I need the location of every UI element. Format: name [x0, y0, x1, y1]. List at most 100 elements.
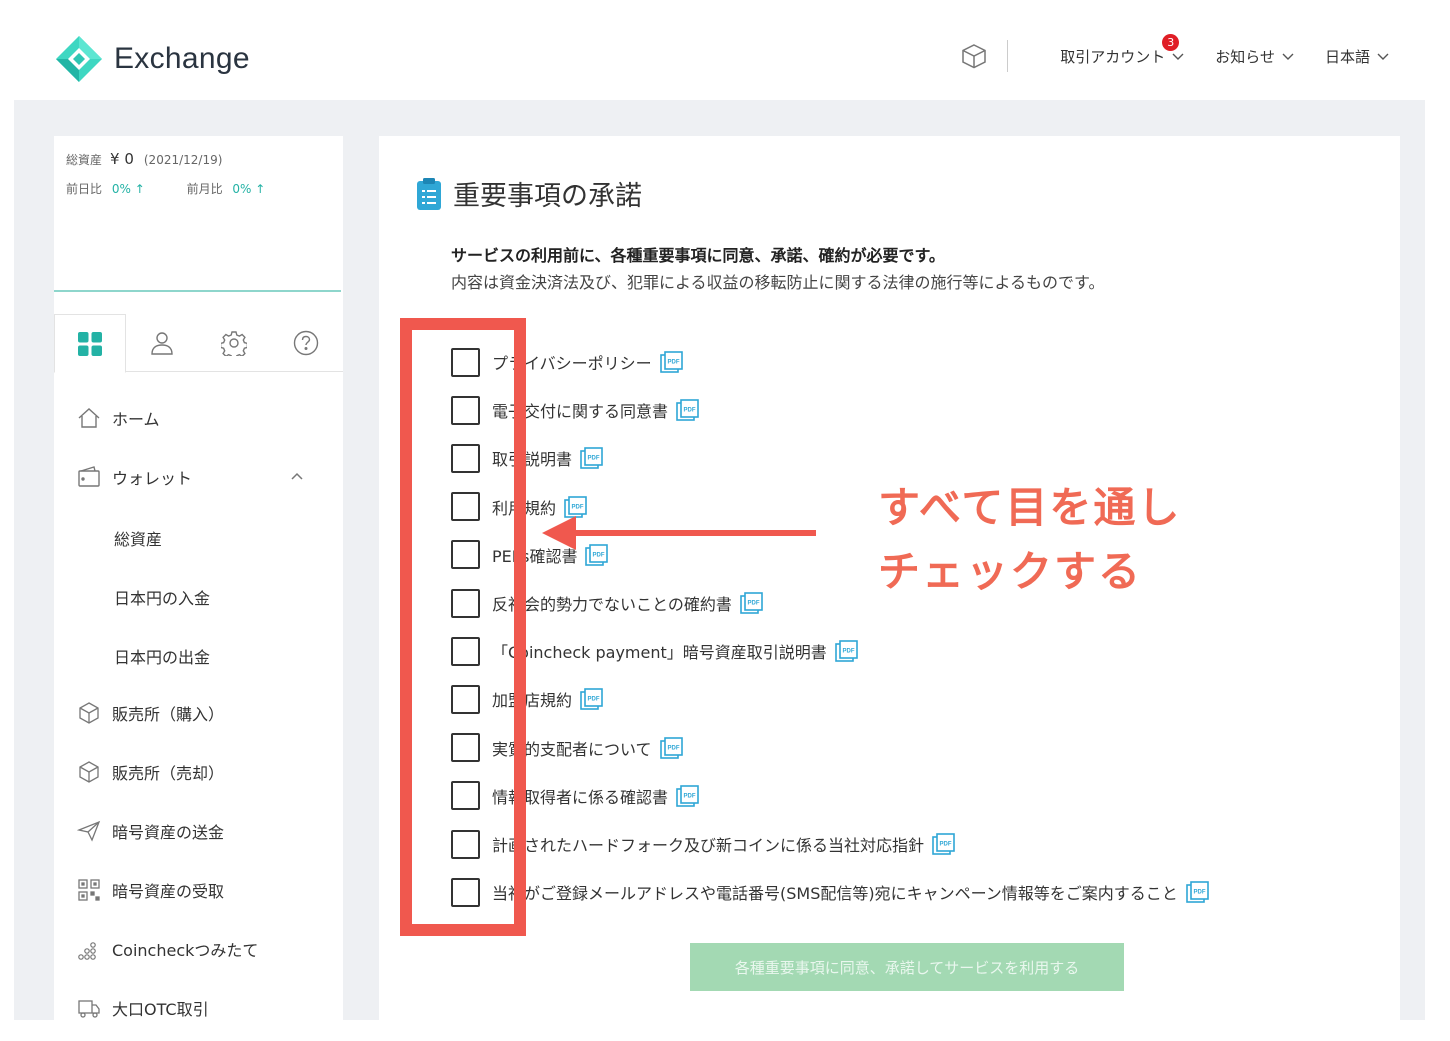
pdf-icon[interactable]: PDF — [580, 447, 604, 470]
language-menu[interactable]: 日本語 — [1325, 46, 1390, 67]
tab-settings[interactable] — [198, 314, 270, 372]
nav-otc-label: 大口OTC取引 — [112, 1000, 209, 1019]
annotation-line-1: すべて目を通し — [878, 483, 1182, 532]
trading-account-menu[interactable]: 取引アカウント 3 — [1060, 33, 1185, 67]
cube-icon[interactable] — [959, 41, 989, 71]
total-assets-value: ¥ 0 — [110, 150, 134, 168]
agreement-label[interactable]: 計画されたハードフォーク及び新コインに係る当社対応指針 — [492, 832, 924, 856]
chevron-up-icon[interactable] — [290, 470, 304, 484]
news-menu[interactable]: お知らせ — [1215, 46, 1295, 67]
nav-total-assets[interactable]: 総資産 — [114, 526, 162, 550]
nav-wallet-label: ウォレット — [112, 469, 193, 488]
svg-text:PDF: PDF — [667, 360, 679, 366]
pdf-icon[interactable]: PDF — [932, 833, 956, 855]
cube-icon — [79, 702, 99, 724]
cube-icon — [79, 761, 99, 783]
nav-buy[interactable]: 販売所（購入） — [76, 698, 326, 728]
month-change-value: 0% ↑ — [232, 182, 266, 196]
pdf-icon[interactable]: PDF — [1186, 881, 1210, 903]
asset-changes: 前日比 0% ↑ 前月比 0% ↑ — [66, 180, 265, 197]
svg-text:PDF: PDF — [940, 842, 952, 848]
agreement-item: 当社がご登録メールアドレスや電話番号(SMS配信等)宛にキャンペーン情報等をご案… — [451, 876, 1210, 908]
chevron-down-icon — [1172, 53, 1184, 60]
dashboard-icon — [78, 331, 102, 356]
truck-icon — [78, 1000, 100, 1018]
pdf-icon[interactable]: PDF — [659, 736, 684, 759]
nav-send-label: 暗号資産の送金 — [112, 823, 225, 842]
news-label: お知らせ — [1215, 47, 1275, 66]
agreement-label[interactable]: 「Coincheck payment」暗号資産取引説明書 — [492, 639, 827, 663]
pdf-icon[interactable]: PDF — [676, 399, 700, 421]
month-change-label: 前月比 — [186, 182, 223, 196]
svg-text:PDF: PDF — [747, 601, 759, 607]
agreement-item: 計画されたハードフォーク及び新コインに係る当社対応指針 PDF — [451, 828, 956, 860]
nav-jpy-withdraw[interactable]: 日本円の出金 — [114, 644, 210, 668]
agreement-label[interactable]: 当社がご登録メールアドレスや電話番号(SMS配信等)宛にキャンペーン情報等をご案… — [492, 880, 1178, 904]
svg-text:PDF: PDF — [588, 456, 600, 462]
chevron-down-icon — [1282, 53, 1294, 60]
notification-badge: 3 — [1162, 33, 1180, 51]
paper-plane-icon — [77, 820, 101, 842]
total-assets-label: 総資産 — [66, 153, 103, 167]
clipboard-icon — [417, 177, 441, 210]
nav-buy-label: 販売所（購入） — [112, 705, 225, 724]
nav-wallet[interactable]: ウォレット — [76, 462, 326, 492]
pdf-icon[interactable]: PDF — [659, 351, 684, 373]
svg-text:PDF: PDF — [667, 745, 679, 751]
nav-send[interactable]: 暗号資産の送金 — [76, 816, 326, 846]
nav-receive[interactable]: 暗号資産の受取 — [76, 875, 326, 905]
pdf-icon[interactable]: PDF — [834, 640, 859, 662]
highlight-box — [400, 318, 526, 936]
notice-heading: サービスの利用前に、各種重要事項に同意、承諾、確約が必要です。 — [451, 246, 945, 265]
nav-home-label: ホーム — [112, 410, 160, 429]
agreement-label[interactable]: 反社会的勢力でないことの確約書 — [492, 591, 732, 615]
total-assets: 総資産 ¥ 0 (2021/12/19) — [66, 150, 222, 168]
nav-jpy-deposit[interactable]: 日本円の入金 — [114, 585, 210, 609]
coins-stack-icon — [78, 942, 96, 960]
nav-tsumitate[interactable]: Coincheckつみたて — [76, 934, 326, 964]
trading-account-label: 取引アカウント — [1060, 47, 1166, 66]
pdf-icon[interactable]: PDF — [676, 784, 700, 807]
pdf-icon[interactable]: PDF — [740, 592, 764, 614]
arrow-left-icon — [542, 516, 816, 550]
svg-text:PDF: PDF — [588, 697, 600, 703]
agree-submit-button[interactable]: 各種重要事項に同意、承諾してサービスを利用する — [690, 943, 1124, 991]
notice-description: 内容は資金決済法及び、犯罪による収益の移転防止に関する法律の施行等によるものです… — [451, 273, 1105, 292]
help-icon — [293, 330, 319, 356]
day-change-label: 前日比 — [66, 182, 103, 196]
gear-icon — [221, 331, 247, 356]
chevron-down-icon — [1377, 53, 1389, 60]
top-header: Exchange 取引アカウント 3 お知らせ 日本語 — [0, 0, 1450, 100]
pdf-icon[interactable]: PDF — [580, 688, 604, 711]
wallet-icon — [78, 466, 100, 487]
total-assets-date: (2021/12/19) — [143, 153, 223, 167]
sidebar-tabs — [54, 314, 343, 373]
page-title: 重要事項の承諾 — [415, 174, 642, 213]
tab-user[interactable] — [126, 314, 198, 372]
tab-help[interactable] — [270, 314, 342, 372]
nav-otc[interactable]: 大口OTC取引 — [76, 993, 326, 1023]
svg-text:PDF: PDF — [1193, 890, 1205, 896]
nav-home[interactable]: ホーム — [76, 403, 326, 433]
nav-receive-label: 暗号資産の受取 — [112, 882, 225, 901]
exchange-logo-icon — [56, 36, 102, 82]
logo[interactable]: Exchange — [54, 34, 250, 84]
page-title-text: 重要事項の承諾 — [453, 181, 642, 212]
sidebar-divider — [54, 290, 341, 292]
brand-name: Exchange — [114, 42, 250, 75]
header-divider — [1007, 40, 1009, 72]
svg-text:PDF: PDF — [684, 408, 696, 414]
home-icon — [78, 408, 100, 428]
svg-text:PDF: PDF — [684, 793, 696, 799]
language-label: 日本語 — [1324, 47, 1370, 66]
tab-dashboard[interactable] — [54, 314, 126, 373]
svg-text:PDF: PDF — [842, 649, 854, 655]
user-icon — [151, 332, 173, 355]
nav-sell-label: 販売所（売却） — [112, 764, 225, 783]
nav-tsumitate-label: Coincheckつみたて — [112, 941, 259, 960]
qr-code-icon — [78, 879, 100, 901]
nav-sell[interactable]: 販売所（売却） — [76, 757, 326, 787]
annotation-line-2: チェックする — [878, 547, 1143, 596]
day-change-value: 0% ↑ — [111, 182, 145, 196]
sidebar: 総資産 ¥ 0 (2021/12/19) 前日比 0% ↑ 前月比 0% ↑ ホ… — [54, 136, 343, 1020]
